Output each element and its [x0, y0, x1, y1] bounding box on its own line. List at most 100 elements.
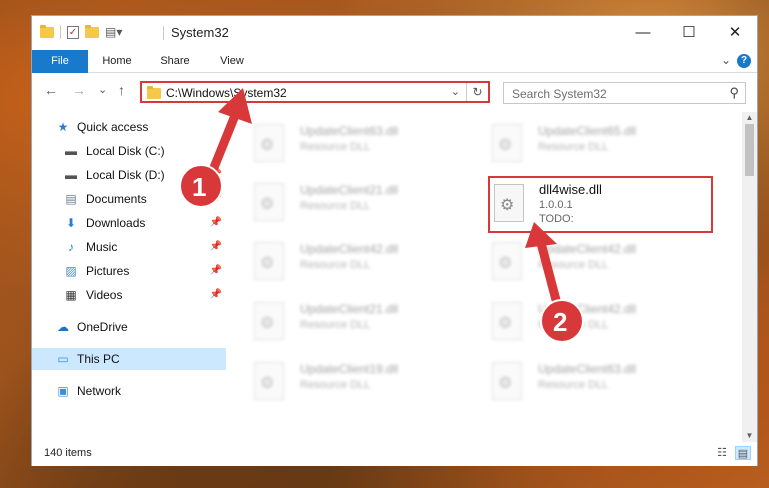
customize-toolbar-icon[interactable]: ▤▾: [105, 25, 122, 39]
properties-check-icon[interactable]: ✓: [67, 25, 79, 39]
file-name: UpdateClient63.dll: [538, 362, 637, 376]
list-item[interactable]: UpdateClient42.dll Resource DLL: [466, 298, 686, 346]
recent-locations-button[interactable]: ⌄: [98, 83, 107, 96]
drive-icon: ▬: [65, 168, 77, 182]
sidebar-item-local-disk-c[interactable]: ▬ Local Disk (C:): [32, 140, 226, 162]
music-icon: ♪: [68, 240, 74, 254]
sidebar-item-this-pc[interactable]: ▭ This PC: [32, 348, 226, 370]
tab-view[interactable]: View: [207, 50, 257, 73]
file-description: Resource DLL: [300, 379, 371, 391]
scroll-thumb[interactable]: [745, 124, 754, 176]
item-count: 140 items: [44, 447, 92, 459]
search-box[interactable]: Search System32 ⚲: [503, 82, 746, 104]
folder-icon[interactable]: [40, 24, 54, 38]
dll-file-icon: [494, 184, 524, 222]
help-icon[interactable]: ?: [737, 54, 751, 68]
sidebar-item-label: Downloads: [86, 216, 146, 230]
address-bar[interactable]: C:\Windows\System32 ⌄ ↻: [140, 81, 490, 103]
sidebar-item-quick-access[interactable]: ★ Quick access: [32, 116, 226, 138]
file-name: UpdateClient42.dll: [538, 242, 637, 256]
sidebar-item-documents[interactable]: ▤ Documents 📌: [32, 188, 226, 210]
address-path[interactable]: C:\Windows\System32: [166, 86, 287, 100]
file-list: UpdateClient63.dll Resource DLL UpdateCl…: [228, 112, 742, 442]
dll-file-icon: [492, 124, 522, 162]
file-name: UpdateClient42.dll: [300, 242, 399, 256]
sidebar-item-label: Network: [77, 384, 122, 398]
sidebar-item-onedrive[interactable]: ☁ OneDrive: [32, 316, 226, 338]
file-name: dll4wise.dll: [539, 182, 602, 197]
sidebar-item-pictures[interactable]: ▨ Pictures 📌: [32, 260, 226, 282]
divider: [163, 26, 164, 40]
drive-icon: ▬: [65, 144, 77, 158]
sidebar-item-label: Videos: [86, 288, 123, 302]
scroll-down-icon[interactable]: ▼: [742, 430, 757, 442]
sidebar-item-label: OneDrive: [77, 320, 128, 334]
ribbon-tabs: File Home Share View ⌄ ?: [32, 50, 757, 73]
forward-button[interactable]: →: [72, 82, 86, 98]
window-title: System32: [171, 25, 229, 40]
sidebar-item-label: Local Disk (D:): [86, 168, 165, 182]
minimize-button[interactable]: —: [620, 16, 666, 50]
scroll-up-icon[interactable]: ▲: [742, 112, 757, 124]
sidebar-item-downloads[interactable]: ⬇ Downloads 📌: [32, 212, 226, 234]
pin-icon[interactable]: 📌: [210, 260, 222, 282]
chevron-down-icon[interactable]: ⌄: [451, 85, 460, 98]
list-item[interactable]: UpdateClient21.dll Resource DLL: [228, 298, 448, 346]
file-name: UpdateClient19.dll: [300, 362, 399, 376]
file-version: 1.0.0.1: [539, 199, 573, 211]
folder-icon: [147, 86, 161, 99]
dll-file-icon: [254, 124, 284, 162]
list-item[interactable]: UpdateClient42.dll Resource DLL: [228, 238, 448, 286]
pin-icon[interactable]: 📌: [210, 188, 222, 210]
sidebar-item-local-disk-d[interactable]: ▬ Local Disk (D:) 📌: [32, 164, 226, 186]
file-description: Resource DLL: [538, 379, 609, 391]
up-button[interactable]: ↑: [118, 82, 125, 98]
file-name: UpdateClient65.dll: [538, 124, 637, 138]
refresh-button[interactable]: ↻: [466, 83, 488, 101]
list-item[interactable]: UpdateClient63.dll Resource DLL: [466, 358, 686, 406]
search-input[interactable]: Search System32: [512, 87, 607, 101]
sidebar-item-label: Music: [86, 240, 118, 254]
highlighted-file-dll4wise[interactable]: dll4wise.dll 1.0.0.1 TODO:: [488, 176, 713, 233]
pin-icon[interactable]: 📌: [210, 284, 222, 306]
sidebar-item-music[interactable]: ♪ Music 📌: [32, 236, 226, 258]
list-item[interactable]: UpdateClient42.dll Resource DLL: [466, 238, 686, 286]
tab-share[interactable]: Share: [150, 50, 200, 73]
list-item[interactable]: UpdateClient63.dll Resource DLL: [228, 120, 448, 168]
back-button[interactable]: ←: [44, 82, 58, 98]
ribbon-collapse-icon[interactable]: ⌄: [721, 53, 731, 67]
dll-file-icon: [254, 302, 284, 340]
pin-icon[interactable]: 📌: [210, 164, 222, 186]
dll-file-icon: [254, 183, 284, 221]
star-icon: ★: [57, 120, 69, 134]
file-description: Resource DLL: [300, 319, 371, 331]
computer-icon: ▭: [57, 352, 69, 366]
list-item[interactable]: UpdateClient21.dll Resource DLL: [228, 179, 448, 227]
search-icon[interactable]: ⚲: [729, 85, 739, 101]
navigation-pane: ★ Quick access ▬ Local Disk (C:) ▬ Local…: [32, 112, 226, 442]
sidebar-item-videos[interactable]: ▦ Videos 📌: [32, 284, 226, 306]
vertical-scrollbar[interactable]: ▲ ▼: [742, 112, 757, 442]
file-description: Resource DLL: [538, 319, 609, 331]
maximize-button[interactable]: ☐: [666, 16, 712, 50]
sidebar-item-network[interactable]: ▣ Network: [32, 380, 226, 402]
pin-icon[interactable]: 📌: [210, 212, 222, 234]
pin-icon[interactable]: 📌: [210, 236, 222, 258]
dll-file-icon: [254, 362, 284, 400]
close-button[interactable]: ✕: [712, 16, 758, 50]
video-icon: ▦: [65, 288, 77, 302]
dll-file-icon: [254, 242, 284, 280]
new-folder-icon[interactable]: [85, 24, 99, 38]
file-description: Resource DLL: [300, 259, 371, 271]
tab-file[interactable]: File: [32, 50, 88, 73]
details-view-icon[interactable]: ☷: [714, 446, 730, 460]
divider: [60, 25, 61, 39]
file-name: UpdateClient63.dll: [300, 124, 399, 138]
file-description: Resource DLL: [538, 141, 609, 153]
list-item[interactable]: UpdateClient19.dll Resource DLL: [228, 358, 448, 406]
list-item[interactable]: UpdateClient65.dll Resource DLL: [466, 120, 686, 168]
tab-home[interactable]: Home: [92, 50, 142, 73]
file-description: TODO:: [539, 213, 574, 225]
navigation-bar: ← → ⌄ ↑ C:\Windows\System32 ⌄ ↻ Search S…: [32, 74, 757, 108]
tiles-view-icon[interactable]: ▤: [735, 446, 751, 460]
